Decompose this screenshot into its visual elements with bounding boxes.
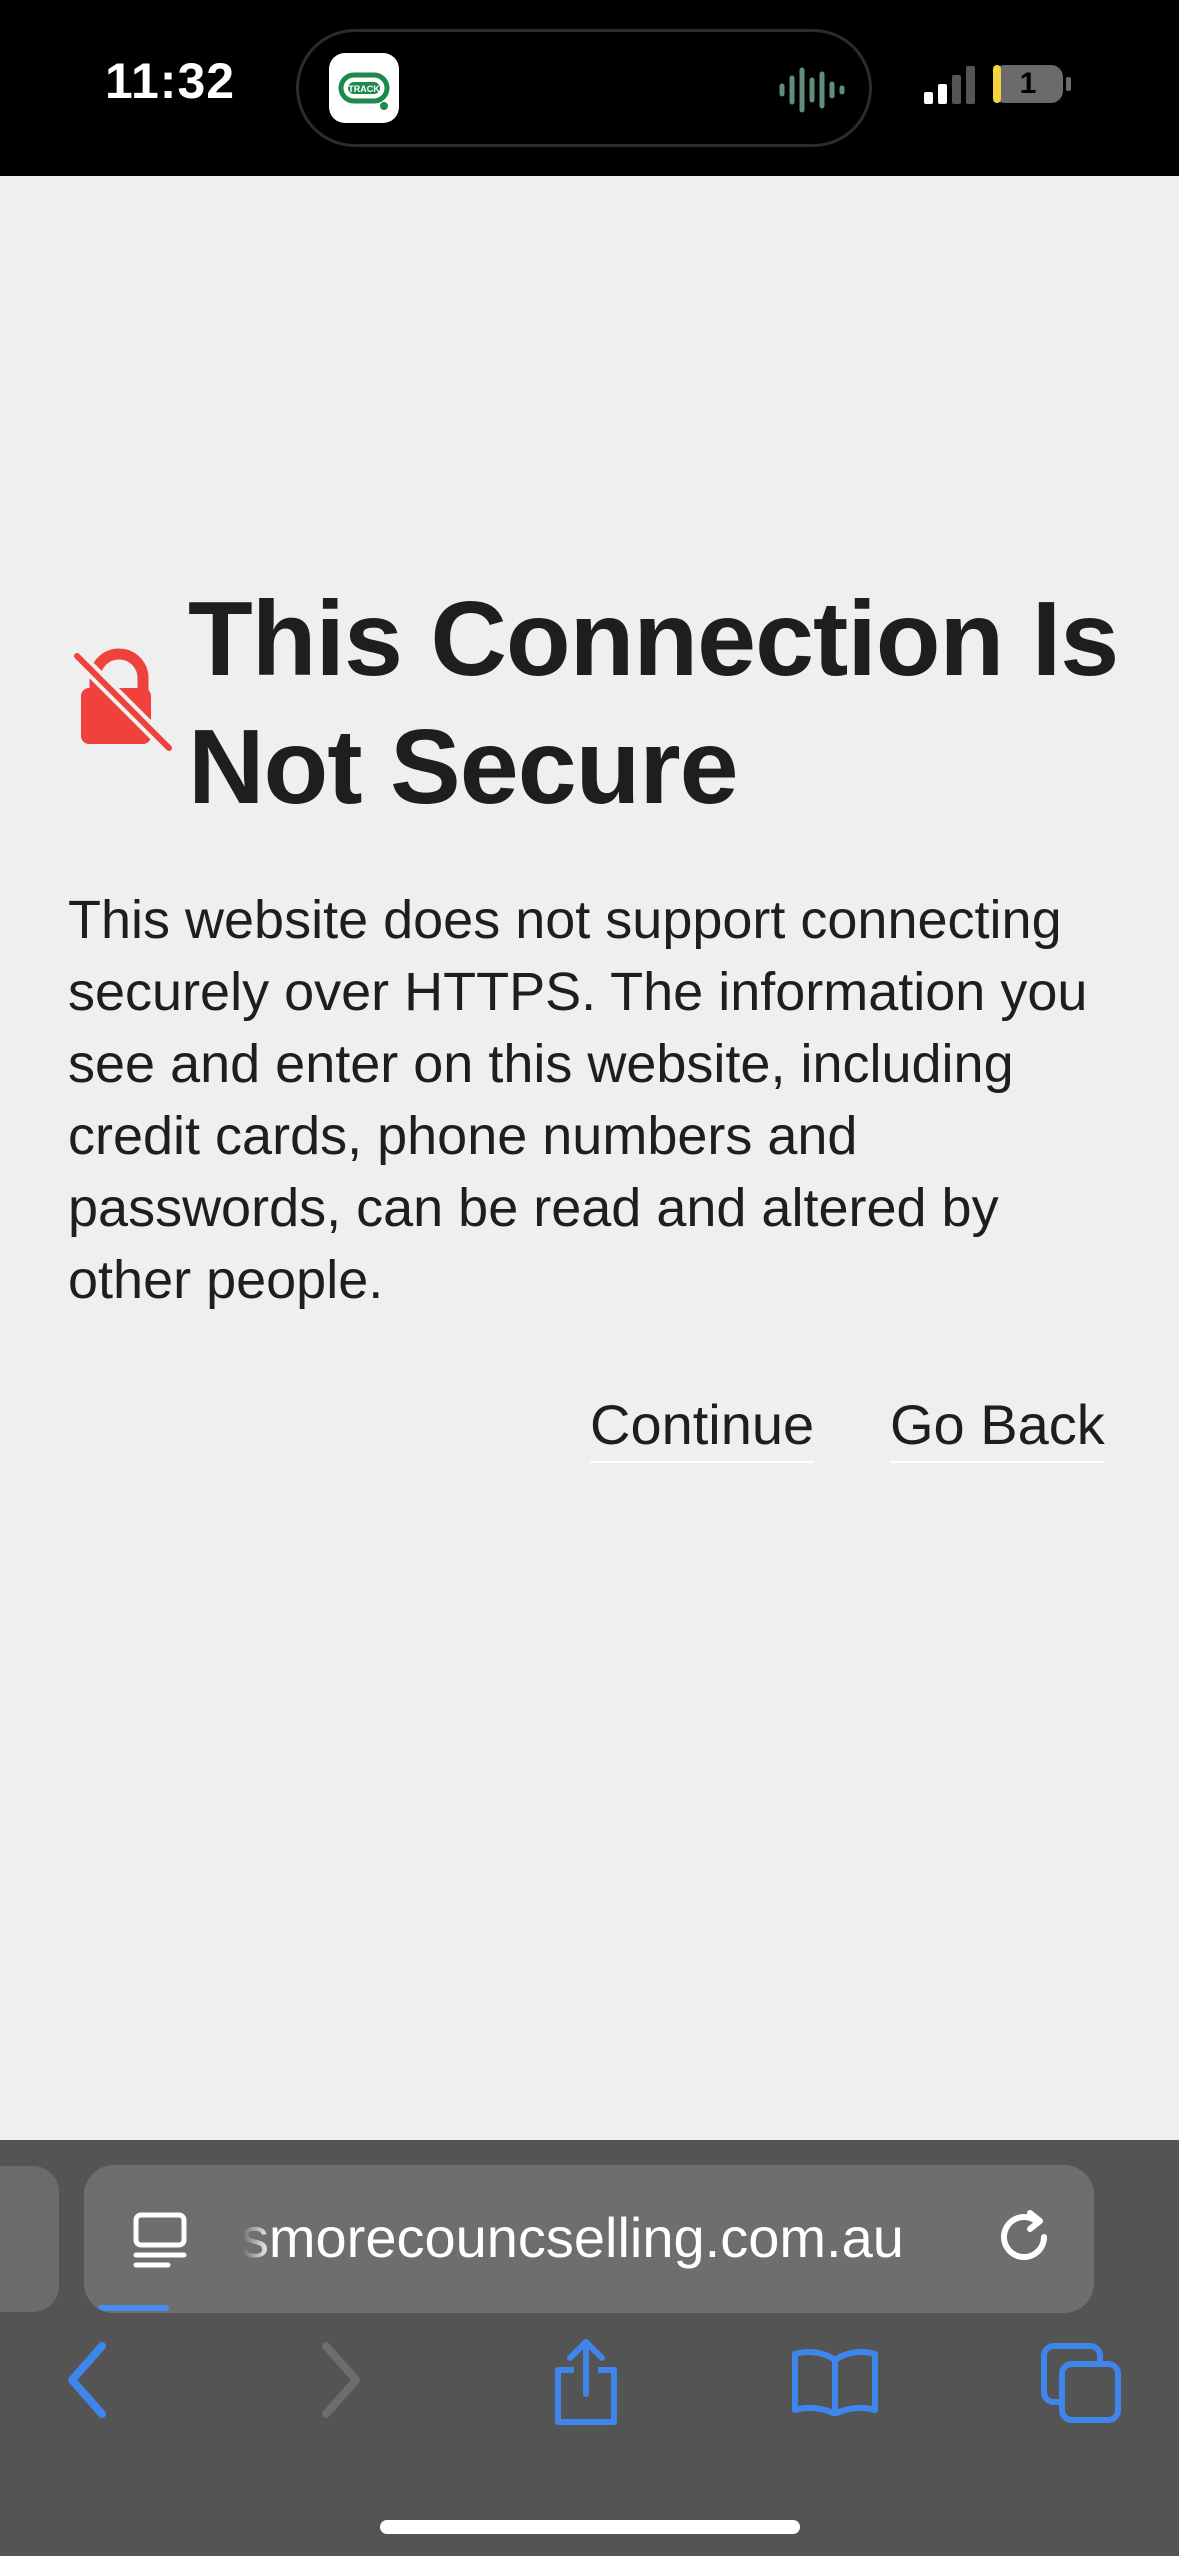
page-title: This Connection Is Not Secure: [188, 580, 1119, 826]
live-activity-app-icon[interactable]: TRACK: [329, 53, 399, 123]
url-text: lismorecouncselling.com.au: [242, 2206, 904, 2269]
battery-level-text: 1: [1019, 67, 1037, 100]
voice-waveform-icon: [779, 67, 845, 113]
cellular-signal-icon: [924, 66, 975, 104]
go-back-button[interactable]: Go Back: [890, 1392, 1105, 1463]
forward-button[interactable]: [316, 2338, 366, 2422]
app-icon-label: TRACK: [348, 84, 380, 94]
previous-tab-card[interactable]: [0, 2166, 59, 2312]
page-menu-icon[interactable]: [130, 2209, 190, 2269]
warning-message: This website does not support connecting…: [68, 890, 1088, 1310]
status-time: 11:32: [104, 53, 236, 109]
home-indicator[interactable]: [380, 2520, 800, 2534]
dynamic-island[interactable]: TRACK: [296, 29, 872, 147]
url-field[interactable]: lismorecouncselling.com.au: [242, 2203, 1042, 2273]
back-button[interactable]: [62, 2338, 112, 2422]
battery-icon: 1: [992, 64, 1072, 104]
bookmarks-button[interactable]: [790, 2346, 880, 2416]
warning-actions: Continue Go Back: [0, 1392, 1108, 1463]
status-bar: 11:32 TRACK 1: [0, 0, 1179, 176]
tabs-button[interactable]: [1040, 2342, 1124, 2426]
continue-button[interactable]: Continue: [590, 1392, 815, 1463]
address-bar[interactable]: lismorecouncselling.com.au: [84, 2165, 1094, 2313]
lock-slash-icon: [73, 648, 173, 752]
reload-icon[interactable]: [994, 2207, 1058, 2271]
share-button[interactable]: [550, 2338, 622, 2428]
page-load-progress: [98, 2305, 169, 2311]
